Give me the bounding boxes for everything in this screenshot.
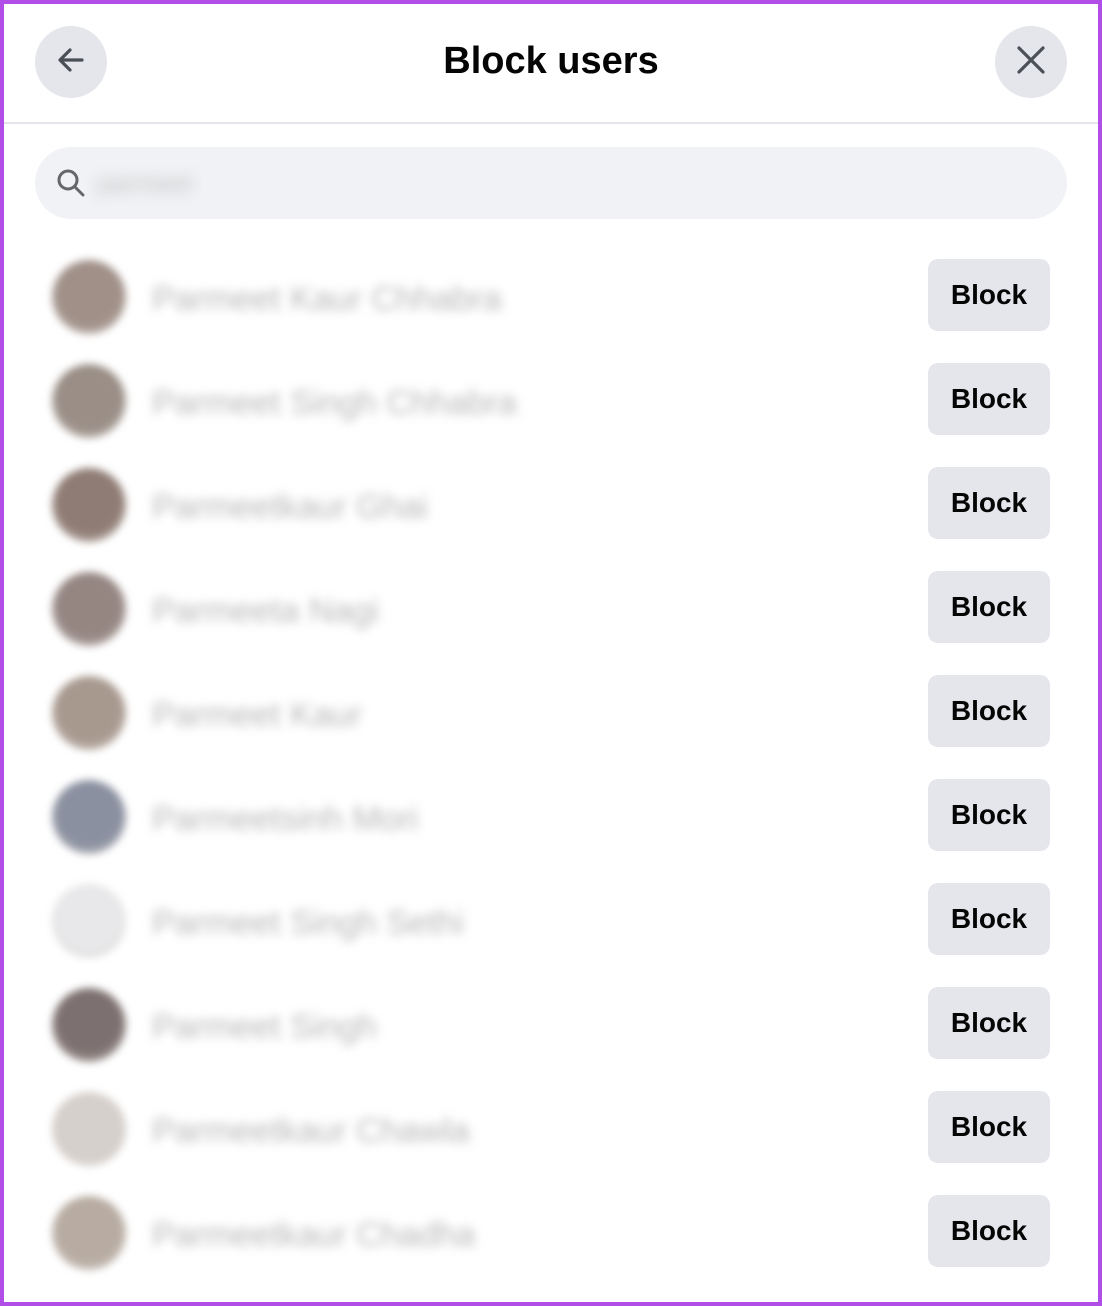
avatar [52,572,126,646]
search-bar[interactable] [35,147,1067,219]
user-row: Parmeet Kaur Block [4,660,1098,764]
user-row: Parmeet Singh Block [4,972,1098,1076]
user-name: Parmeet Singh Chhabra [152,384,517,422]
user-row: Parmeeta Nagi Block [4,556,1098,660]
avatar [52,780,126,854]
user-row: Parmeet Kaur Chhabra Block [4,244,1098,348]
avatar [52,988,126,1062]
block-button[interactable]: Block [928,883,1050,955]
user-name: Parmeetsinh Mori [152,800,419,838]
user-row: Parmeet Singh Sethi Block [4,868,1098,972]
dialog-title: Block users [443,40,659,82]
block-button[interactable]: Block [928,467,1050,539]
user-name: Parmeet Kaur Chhabra [152,280,502,318]
avatar [52,676,126,750]
close-button[interactable] [995,26,1067,98]
user-name: Parmeet Singh [152,1008,377,1046]
block-button[interactable]: Block [928,779,1050,851]
user-name: Parmeetkaur Chawla [152,1112,470,1150]
avatar [52,468,126,542]
avatar [52,884,126,958]
block-button[interactable]: Block [928,571,1050,643]
avatar [52,260,126,334]
search-icon [55,167,87,199]
block-button[interactable]: Block [928,1091,1050,1163]
user-name: Parmeet Singh Sethi [152,904,464,942]
block-button[interactable]: Block [928,987,1050,1059]
user-row: Parmeetsinh Mori Block [4,764,1098,868]
user-row: Parmeetkaur Ghai Block [4,452,1098,556]
block-button[interactable]: Block [928,1195,1050,1267]
user-name: Parmeeta Nagi [152,592,379,630]
user-row: Parmeet Singh Chhabra Block [4,348,1098,452]
search-input[interactable] [95,162,299,204]
user-name: Parmeet Kaur [152,696,362,734]
user-name: Parmeetkaur Chadha [152,1216,476,1254]
dialog-header: Block users [4,4,1098,124]
block-button[interactable]: Block [928,363,1050,435]
user-list: Parmeet Kaur Chhabra Block Parmeet Singh C… [4,244,1098,1284]
avatar [52,1092,126,1166]
user-row: Parmeetkaur Chadha Block [4,1180,1098,1284]
block-users-dialog: Block users Parmeet Kaur ChhabraBlockPar… [0,0,1102,1306]
block-button[interactable]: Block [928,259,1050,331]
user-name: Parmeetkaur Ghai [152,488,428,526]
user-row: Parmeetkaur Chawla Block [4,1076,1098,1180]
block-button[interactable]: Block [928,675,1050,747]
close-icon [1014,43,1048,82]
avatar [52,364,126,438]
avatar [52,1196,126,1270]
